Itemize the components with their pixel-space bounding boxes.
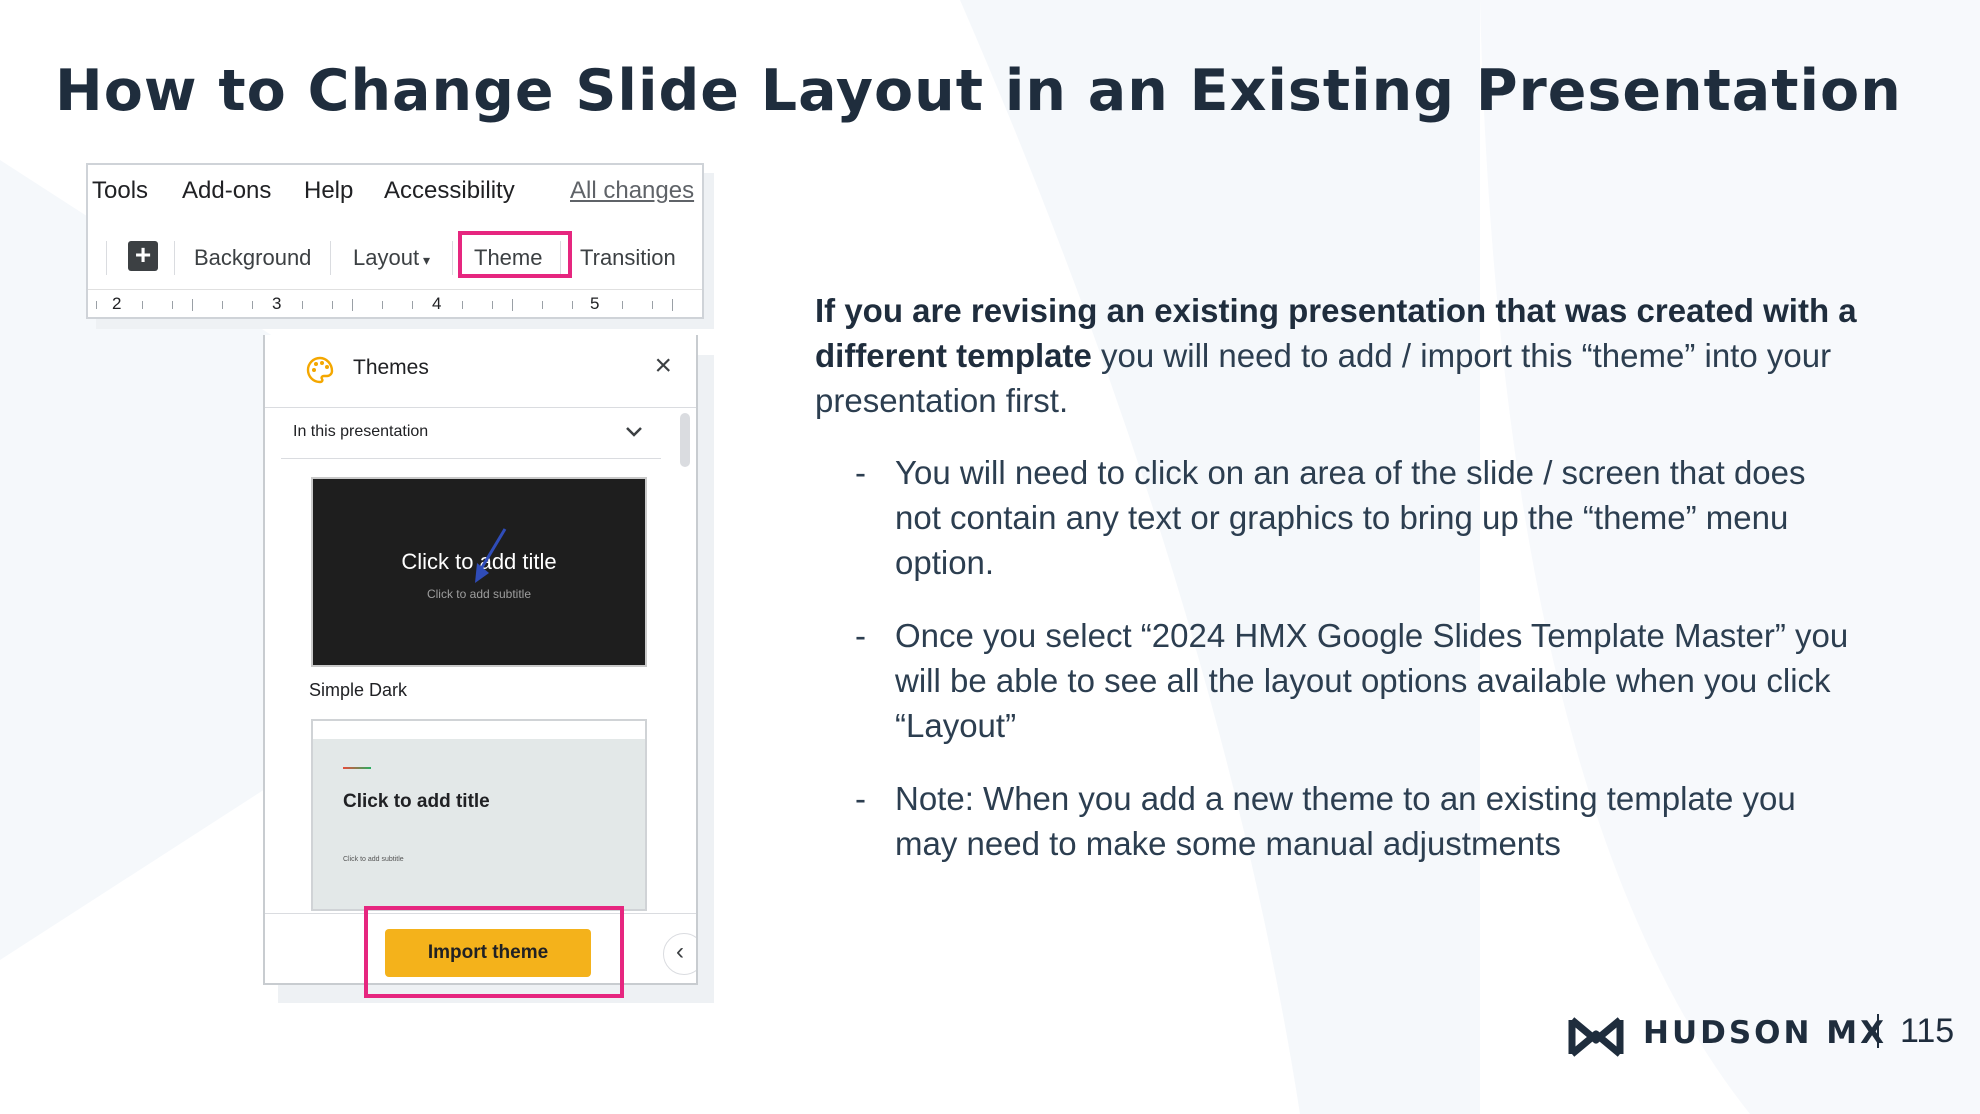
ruler-number: 3 <box>272 294 282 313</box>
ruler-tick <box>172 301 173 309</box>
theme-name-simple-dark: Simple Dark <box>309 680 408 700</box>
themes-panel-header: Themes × <box>265 335 696 408</box>
ruler-tick <box>352 299 353 311</box>
toolbar-divider <box>106 241 107 275</box>
ruler-tick <box>572 301 573 309</box>
themes-panel-screenshot: Themes × In this presentation Click to a… <box>263 335 698 985</box>
layout-label: Layout <box>353 245 420 270</box>
all-changes-link[interactable]: All changes <box>570 177 694 205</box>
theme-highlight-box <box>458 231 572 278</box>
menu-item-accessibility[interactable]: Accessibility <box>384 177 515 205</box>
import-highlight-box <box>364 906 624 998</box>
light-preview-canvas: Click to add title Click to add subtitle <box>313 739 645 909</box>
ruler-tick <box>462 301 463 309</box>
menu-item-tools[interactable]: Tools <box>92 177 148 205</box>
bullet-dash: - <box>855 780 866 817</box>
background-button[interactable]: Background <box>194 245 311 271</box>
toolbar-divider <box>452 241 453 275</box>
ruler-tick <box>142 301 143 309</box>
bullet-text: Note: When you add a new theme to an exi… <box>895 780 1796 862</box>
footer-divider <box>1877 1014 1879 1048</box>
light-preview-title: Click to add title <box>343 791 490 812</box>
theme-source-dropdown[interactable]: In this presentation <box>281 408 661 459</box>
ruler-tick <box>652 301 653 309</box>
ruler-tick <box>96 301 97 309</box>
ruler-tick <box>382 301 383 309</box>
list-item: - Once you select “2024 HMX Google Slides… <box>855 613 1855 748</box>
ruler-tick <box>412 301 413 309</box>
ruler-tick <box>512 299 513 311</box>
hudson-mx-logo-icon <box>1568 1017 1624 1057</box>
close-icon[interactable]: × <box>654 349 672 383</box>
toolbar: + Background Layout ▾ Theme Transition <box>88 231 702 285</box>
themes-panel-title: Themes <box>353 356 429 379</box>
light-preview-subtitle: Click to add subtitle <box>343 856 404 863</box>
scrollbar[interactable] <box>680 413 690 467</box>
accent-line <box>343 767 371 769</box>
ruler-number: 5 <box>590 294 600 313</box>
collapse-panel-button[interactable]: ‹ <box>663 933 696 975</box>
menu-toolbar-screenshot: Tools Add-ons Help Accessibility All cha… <box>86 163 704 319</box>
bullet-dash: - <box>855 617 866 654</box>
layout-button[interactable]: Layout ▾ <box>353 245 430 271</box>
intro-paragraph: If you are revising an existing presenta… <box>815 288 1865 423</box>
ruler-tick <box>542 301 543 309</box>
ruler-tick <box>252 301 253 309</box>
instruction-list: - You will need to click on an area of th… <box>855 450 1855 894</box>
ruler-tick <box>192 299 193 311</box>
brand-name: HUDSON MX <box>1643 1015 1888 1051</box>
chevron-down-icon <box>626 427 642 437</box>
theme-preview-simple-dark[interactable]: Click to add title Click to add subtitle <box>311 477 647 667</box>
toolbar-divider <box>330 241 331 275</box>
theme-preview-light[interactable]: Click to add title Click to add subtitle <box>311 719 647 911</box>
ruler-number: 4 <box>432 294 442 313</box>
ruler: 2 3 4 5 <box>88 289 702 317</box>
menu-item-help[interactable]: Help <box>304 177 353 205</box>
ruler-tick <box>622 301 623 309</box>
dark-preview-subtitle: Click to add subtitle <box>426 587 532 601</box>
cursor-arrow-icon <box>475 528 507 583</box>
new-slide-icon[interactable]: + <box>128 241 158 271</box>
list-item: - You will need to click on an area of th… <box>855 450 1855 585</box>
bullet-dash: - <box>855 454 866 491</box>
page-number: 115 <box>1900 1012 1955 1050</box>
ruler-tick <box>672 299 673 311</box>
list-item: - Note: When you add a new theme to an ex… <box>855 776 1855 866</box>
ruler-tick <box>332 301 333 309</box>
ruler-tick <box>492 301 493 309</box>
theme-source-label: In this presentation <box>293 423 429 440</box>
chevron-left-icon: ‹ <box>676 938 684 965</box>
palette-icon <box>306 356 334 384</box>
transition-button[interactable]: Transition <box>580 245 676 271</box>
toolbar-divider <box>174 241 175 275</box>
bullet-text: Once you select “2024 HMX Google Slides … <box>895 617 1849 744</box>
ruler-tick <box>222 301 223 309</box>
ruler-tick <box>302 301 303 309</box>
menu-bar: Tools Add-ons Help Accessibility All cha… <box>88 165 702 215</box>
bullet-text: You will need to click on an area of the… <box>895 454 1806 581</box>
caret-down-icon: ▾ <box>419 252 430 268</box>
ruler-number: 2 <box>112 294 122 313</box>
menu-item-add-ons[interactable]: Add-ons <box>182 177 271 205</box>
slide-title: How to Change Slide Layout in an Existin… <box>55 58 1902 124</box>
